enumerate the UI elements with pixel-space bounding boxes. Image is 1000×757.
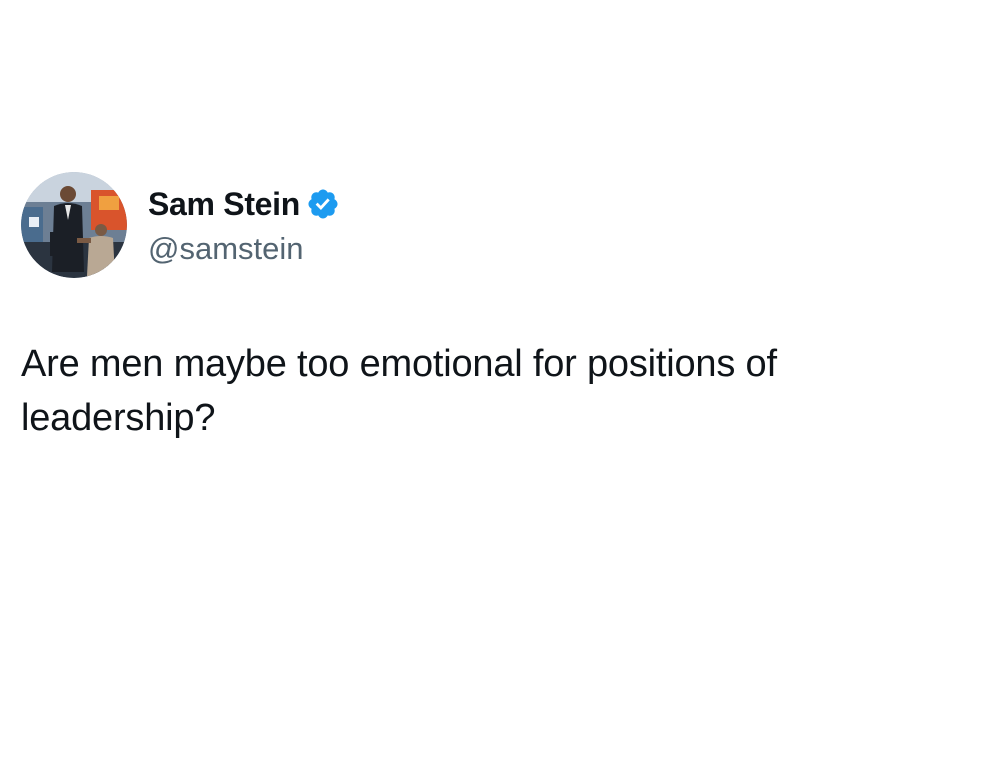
tweet-card: Sam Stein @samstein Are men maybe too em… <box>0 0 1000 757</box>
tweet-text: Are men maybe too emotional for position… <box>21 343 777 439</box>
author-identity: Sam Stein @samstein <box>148 182 340 268</box>
user-handle[interactable]: @samstein <box>148 230 340 268</box>
tweet-header: Sam Stein @samstein <box>21 172 340 278</box>
display-name[interactable]: Sam Stein <box>148 184 300 224</box>
name-row: Sam Stein <box>148 182 340 226</box>
verified-badge-icon <box>306 187 340 221</box>
avatar[interactable] <box>21 172 127 278</box>
avatar-photo <box>21 172 127 278</box>
